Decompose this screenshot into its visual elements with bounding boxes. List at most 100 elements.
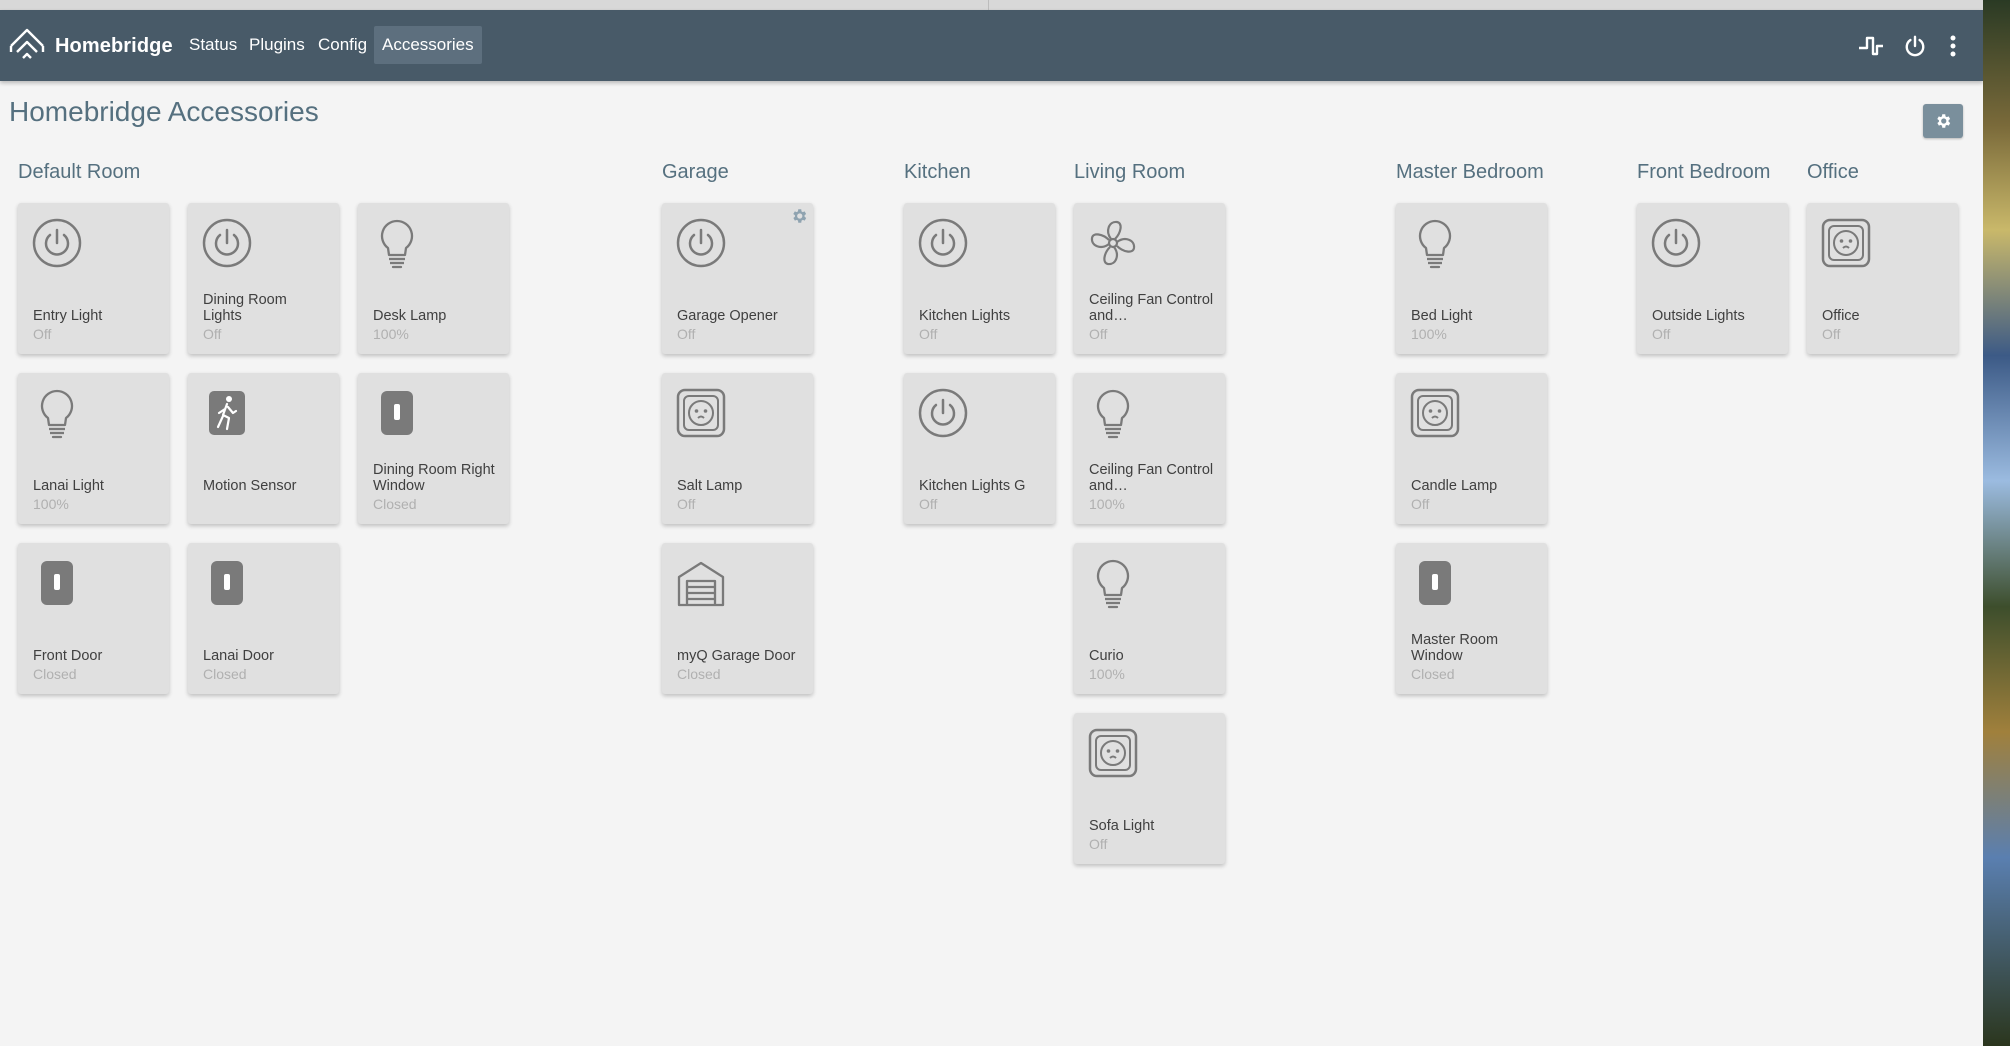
accessory-tile[interactable]: Candle Lamp Off — [1396, 373, 1547, 524]
more-vertical-icon[interactable] — [1938, 31, 1968, 61]
accessory-state: Off — [1652, 326, 1671, 342]
accessory-state: 100% — [1089, 666, 1125, 682]
accessory-tile[interactable]: Garage Opener Off — [662, 203, 813, 354]
power-icon — [917, 217, 969, 269]
accessory-name: Lanai Door — [203, 648, 274, 664]
page-title: Homebridge Accessories — [9, 96, 319, 127]
accessory-tile[interactable]: Outside Lights Off — [1637, 203, 1788, 354]
accessory-tile[interactable]: Master Room Window Closed — [1396, 543, 1547, 694]
power-icon — [1650, 217, 1702, 269]
homebridge-logo-icon — [9, 28, 45, 59]
accessory-name: Dining Room Lights — [203, 292, 287, 324]
accessory-name: Ceiling Fan Control and… — [1089, 292, 1214, 324]
nav-status[interactable]: Status — [181, 26, 245, 64]
accessory-name: Garage Opener — [677, 308, 778, 324]
logs-icon[interactable] — [1856, 31, 1886, 61]
accessory-state: Off — [33, 326, 52, 342]
accessory-state: Off — [919, 496, 938, 512]
outlet-icon — [675, 387, 727, 439]
outlet-icon — [1409, 387, 1461, 439]
room-title-office: Office — [1807, 161, 1859, 183]
accessory-tile[interactable]: Ceiling Fan Control and… 100% — [1074, 373, 1225, 524]
lightbulb-icon — [1087, 387, 1139, 439]
tab-divider — [988, 0, 989, 10]
brand-label: Homebridge — [55, 34, 173, 57]
accessory-tile[interactable]: Desk Lamp 100% — [358, 203, 509, 354]
accessory-state: Closed — [203, 666, 247, 682]
room-title-kitchen: Kitchen — [904, 161, 971, 183]
room-title-front-bedroom: Front Bedroom — [1637, 161, 1771, 183]
power-icon[interactable] — [1900, 31, 1930, 61]
gear-icon — [1937, 114, 1951, 128]
accessory-state: Off — [1822, 326, 1841, 342]
accessory-name: Salt Lamp — [677, 478, 743, 494]
accessory-tile[interactable]: Bed Light 100% — [1396, 203, 1547, 354]
accessory-tile[interactable]: Office Off — [1807, 203, 1958, 354]
accessory-tile[interactable]: Front Door Closed — [18, 543, 169, 694]
accessory-name: Dining Room Right Window — [373, 462, 495, 494]
accessory-tile[interactable]: Salt Lamp Off — [662, 373, 813, 524]
nav-plugins[interactable]: Plugins — [241, 26, 313, 64]
accessory-name: Front Door — [33, 648, 103, 664]
power-icon — [675, 217, 727, 269]
accessory-name: Entry Light — [33, 308, 103, 324]
accessory-tile[interactable]: Curio 100% — [1074, 543, 1225, 694]
layout-settings-button[interactable] — [1923, 104, 1963, 138]
accessory-name: Curio — [1089, 648, 1124, 664]
accessory-state: Closed — [373, 496, 417, 512]
room-title-garage: Garage — [662, 161, 729, 183]
contact-sensor-icon — [201, 557, 253, 609]
lightbulb-icon — [1409, 217, 1461, 269]
accessory-tile[interactable]: Entry Light Off — [18, 203, 169, 354]
accessory-name: Outside Lights — [1652, 308, 1745, 324]
accessory-tile[interactable]: Kitchen Lights Off — [904, 203, 1055, 354]
room-title-master-bedroom: Master Bedroom — [1396, 161, 1544, 183]
motion-sensor-icon — [201, 387, 253, 439]
accessory-state: Off — [677, 326, 696, 342]
accessory-tile[interactable]: Kitchen Lights G Off — [904, 373, 1055, 524]
accessory-state: Closed — [1411, 666, 1455, 682]
outlet-icon — [1087, 727, 1139, 779]
accessory-name: Kitchen Lights — [919, 308, 1011, 324]
accessory-state: Off — [1089, 836, 1108, 852]
accessory-settings-icon[interactable] — [790, 207, 808, 225]
contact-sensor-icon — [371, 387, 423, 439]
accessory-tile[interactable]: Ceiling Fan Control and… Off — [1074, 203, 1225, 354]
accessory-state: 100% — [33, 496, 69, 512]
accessory-name: Kitchen Lights G — [919, 478, 1026, 494]
contact-sensor-icon — [1409, 557, 1461, 609]
nav-config[interactable]: Config — [310, 26, 375, 64]
accessory-state: Off — [1089, 326, 1108, 342]
room-title-living-room: Living Room — [1074, 161, 1186, 183]
brand[interactable]: Homebridge — [9, 24, 173, 68]
accessory-name: Lanai Light — [33, 478, 104, 494]
lightbulb-icon — [31, 387, 83, 439]
power-icon — [917, 387, 969, 439]
navbar: Homebridge Status Plugins Config Accesso… — [0, 10, 1983, 81]
accessory-name: Motion Sensor — [203, 478, 297, 494]
contact-sensor-icon — [31, 557, 83, 609]
accessory-name: Ceiling Fan Control and… — [1089, 462, 1214, 494]
accessory-state: Off — [677, 496, 696, 512]
accessory-name: Office — [1822, 308, 1860, 324]
accessory-tile[interactable]: Motion Sensor — [188, 373, 339, 524]
accessory-tile[interactable]: Lanai Door Closed — [188, 543, 339, 694]
accessory-state: Closed — [33, 666, 77, 682]
accessory-tile[interactable]: Dining Room Right Window Closed — [358, 373, 509, 524]
accessory-tile[interactable]: Dining Room Lights Off — [188, 203, 339, 354]
accessory-name: myQ Garage Door — [677, 648, 796, 664]
accessory-name: Desk Lamp — [373, 308, 447, 324]
power-icon — [201, 217, 253, 269]
lightbulb-icon — [371, 217, 423, 269]
fan-icon — [1087, 217, 1139, 269]
desktop-background — [1983, 0, 2010, 1046]
accessory-tile[interactable]: Sofa Light Off — [1074, 713, 1225, 864]
accessory-name: Candle Lamp — [1411, 478, 1498, 494]
accessory-state: Off — [203, 326, 222, 342]
accessory-tile[interactable]: myQ Garage Door Closed — [662, 543, 813, 694]
garage-door-icon — [675, 557, 727, 609]
accessory-tile[interactable]: Lanai Light 100% — [18, 373, 169, 524]
accessory-state: Closed — [677, 666, 721, 682]
nav-accessories[interactable]: Accessories — [374, 26, 482, 64]
accessory-name: Master Room Window — [1411, 632, 1499, 664]
